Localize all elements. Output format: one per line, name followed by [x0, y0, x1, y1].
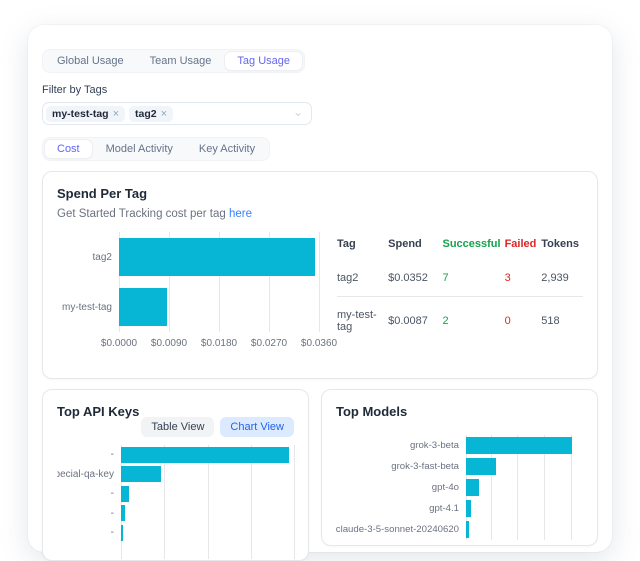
- bar: [119, 238, 315, 276]
- here-link[interactable]: here: [229, 208, 252, 220]
- bar: [121, 466, 161, 482]
- bar: [121, 505, 125, 521]
- top-api-keys-chart: -pecial-qa-key---: [57, 445, 294, 559]
- tab-team-usage[interactable]: Team Usage: [138, 52, 224, 70]
- chart-category-label: grok-3-beta: [336, 435, 466, 456]
- column-header-spend: Spend: [388, 232, 442, 260]
- chart-category-label: claude-3-5-sonnet-20240620: [336, 519, 466, 540]
- chart-category-label: gpt-4.1: [336, 498, 466, 519]
- screenshot-stage: Global UsageTeam UsageTag Usage Filter b…: [0, 0, 640, 561]
- bar: [121, 447, 289, 463]
- cell-tokens: 518: [541, 297, 583, 346]
- x-tick-label: $0.0270: [251, 338, 287, 349]
- cell-tag: my-test-tag: [337, 297, 388, 346]
- x-tick-label: $0.0180: [201, 338, 237, 349]
- tag-chip-list: my-test-tag × tag2 ×: [46, 106, 293, 122]
- column-header-tag: Tag: [337, 232, 388, 260]
- tag-spend-table: TagSpendSuccessfulFailedTokens tag2$0.03…: [337, 232, 583, 345]
- column-header-failed: Failed: [505, 232, 542, 260]
- tag-filter-select[interactable]: my-test-tag × tag2 × ⌄: [42, 102, 312, 125]
- bar: [121, 486, 129, 502]
- tab-tag-usage[interactable]: Tag Usage: [225, 52, 302, 70]
- tag-chip-my-test-tag[interactable]: my-test-tag ×: [46, 106, 125, 122]
- cell-spend: $0.0087: [388, 297, 442, 346]
- top-models-card: Top Models grok-3-betagrok-3-fast-betagp…: [321, 389, 598, 546]
- column-header-tokens: Tokens: [541, 232, 583, 260]
- spend-per-tag-title: Spend Per Tag: [57, 186, 583, 201]
- chart-category-label: pecial-qa-key: [57, 465, 121, 485]
- column-header-successful: Successful: [442, 232, 504, 260]
- chart-category-label: grok-3-fast-beta: [336, 456, 466, 477]
- bar: [466, 437, 572, 454]
- gridline: [319, 232, 320, 332]
- usage-dashboard-panel: Global UsageTeam UsageTag Usage Filter b…: [28, 25, 612, 552]
- x-tick-label: $0.0000: [101, 338, 137, 349]
- gridline: [294, 445, 295, 559]
- bar: [466, 500, 471, 517]
- table-row: tag2$0.0352732,939: [337, 260, 583, 297]
- bar: [121, 525, 123, 541]
- chart-category-label: gpt-4o: [336, 477, 466, 498]
- top-api-keys-card: Top API Keys Table ViewChart View -pecia…: [42, 389, 309, 561]
- tag-chip-label: tag2: [135, 108, 157, 120]
- bar: [466, 479, 479, 496]
- cell-successful: 2: [442, 297, 504, 346]
- top-models-title: Top Models: [336, 404, 583, 419]
- cell-failed: 0: [505, 297, 542, 346]
- chart-category-label: tag2: [57, 232, 119, 282]
- x-tick-label: $0.0360: [301, 338, 337, 349]
- cost-activity-tabs: CostModel ActivityKey Activity: [42, 137, 270, 161]
- subtab-cost[interactable]: Cost: [45, 140, 92, 158]
- remove-tag-icon[interactable]: ×: [161, 108, 167, 120]
- bar: [119, 288, 167, 326]
- x-tick-label: $0.0090: [151, 338, 187, 349]
- tab-global-usage[interactable]: Global Usage: [45, 52, 136, 70]
- table-view-button[interactable]: Table View: [141, 417, 214, 437]
- chart-view-button[interactable]: Chart View: [220, 417, 294, 437]
- subtitle-text: Get Started Tracking cost per tag: [57, 208, 229, 220]
- chart-category-label: -: [57, 484, 121, 504]
- cell-tokens: 2,939: [541, 260, 583, 297]
- table-row: my-test-tag$0.008720518: [337, 297, 583, 346]
- filter-by-tags-label: Filter by Tags: [42, 84, 598, 96]
- cell-spend: $0.0352: [388, 260, 442, 297]
- subtab-key-activity[interactable]: Key Activity: [187, 140, 267, 158]
- subtab-model-activity[interactable]: Model Activity: [94, 140, 185, 158]
- chart-category-label: -: [57, 523, 121, 543]
- chart-category-label: -: [57, 504, 121, 524]
- view-toggle: Table View Chart View: [57, 417, 294, 437]
- tag-chip-label: my-test-tag: [52, 108, 109, 120]
- usage-tabs: Global UsageTeam UsageTag Usage: [42, 49, 305, 73]
- tag-chip-tag2[interactable]: tag2 ×: [129, 106, 173, 122]
- spend-per-tag-chart: tag2my-test-tag $0.0000 $0.0090 $0.0180 $0.0…: [57, 232, 319, 351]
- bar: [466, 458, 496, 475]
- top-models-chart: grok-3-betagrok-3-fast-betagpt-4ogpt-4.1…: [336, 435, 583, 546]
- bar: [466, 521, 469, 538]
- chart-category-label: -: [57, 445, 121, 465]
- spend-per-tag-subtitle: Get Started Tracking cost per tag here: [57, 208, 583, 220]
- spend-per-tag-card: Spend Per Tag Get Started Tracking cost …: [42, 171, 598, 379]
- remove-tag-icon[interactable]: ×: [113, 108, 119, 120]
- chart-category-label: my-test-tag: [57, 282, 119, 332]
- cell-successful: 7: [442, 260, 504, 297]
- cell-tag: tag2: [337, 260, 388, 297]
- chevron-down-icon[interactable]: ⌄: [293, 106, 303, 118]
- cell-failed: 3: [505, 260, 542, 297]
